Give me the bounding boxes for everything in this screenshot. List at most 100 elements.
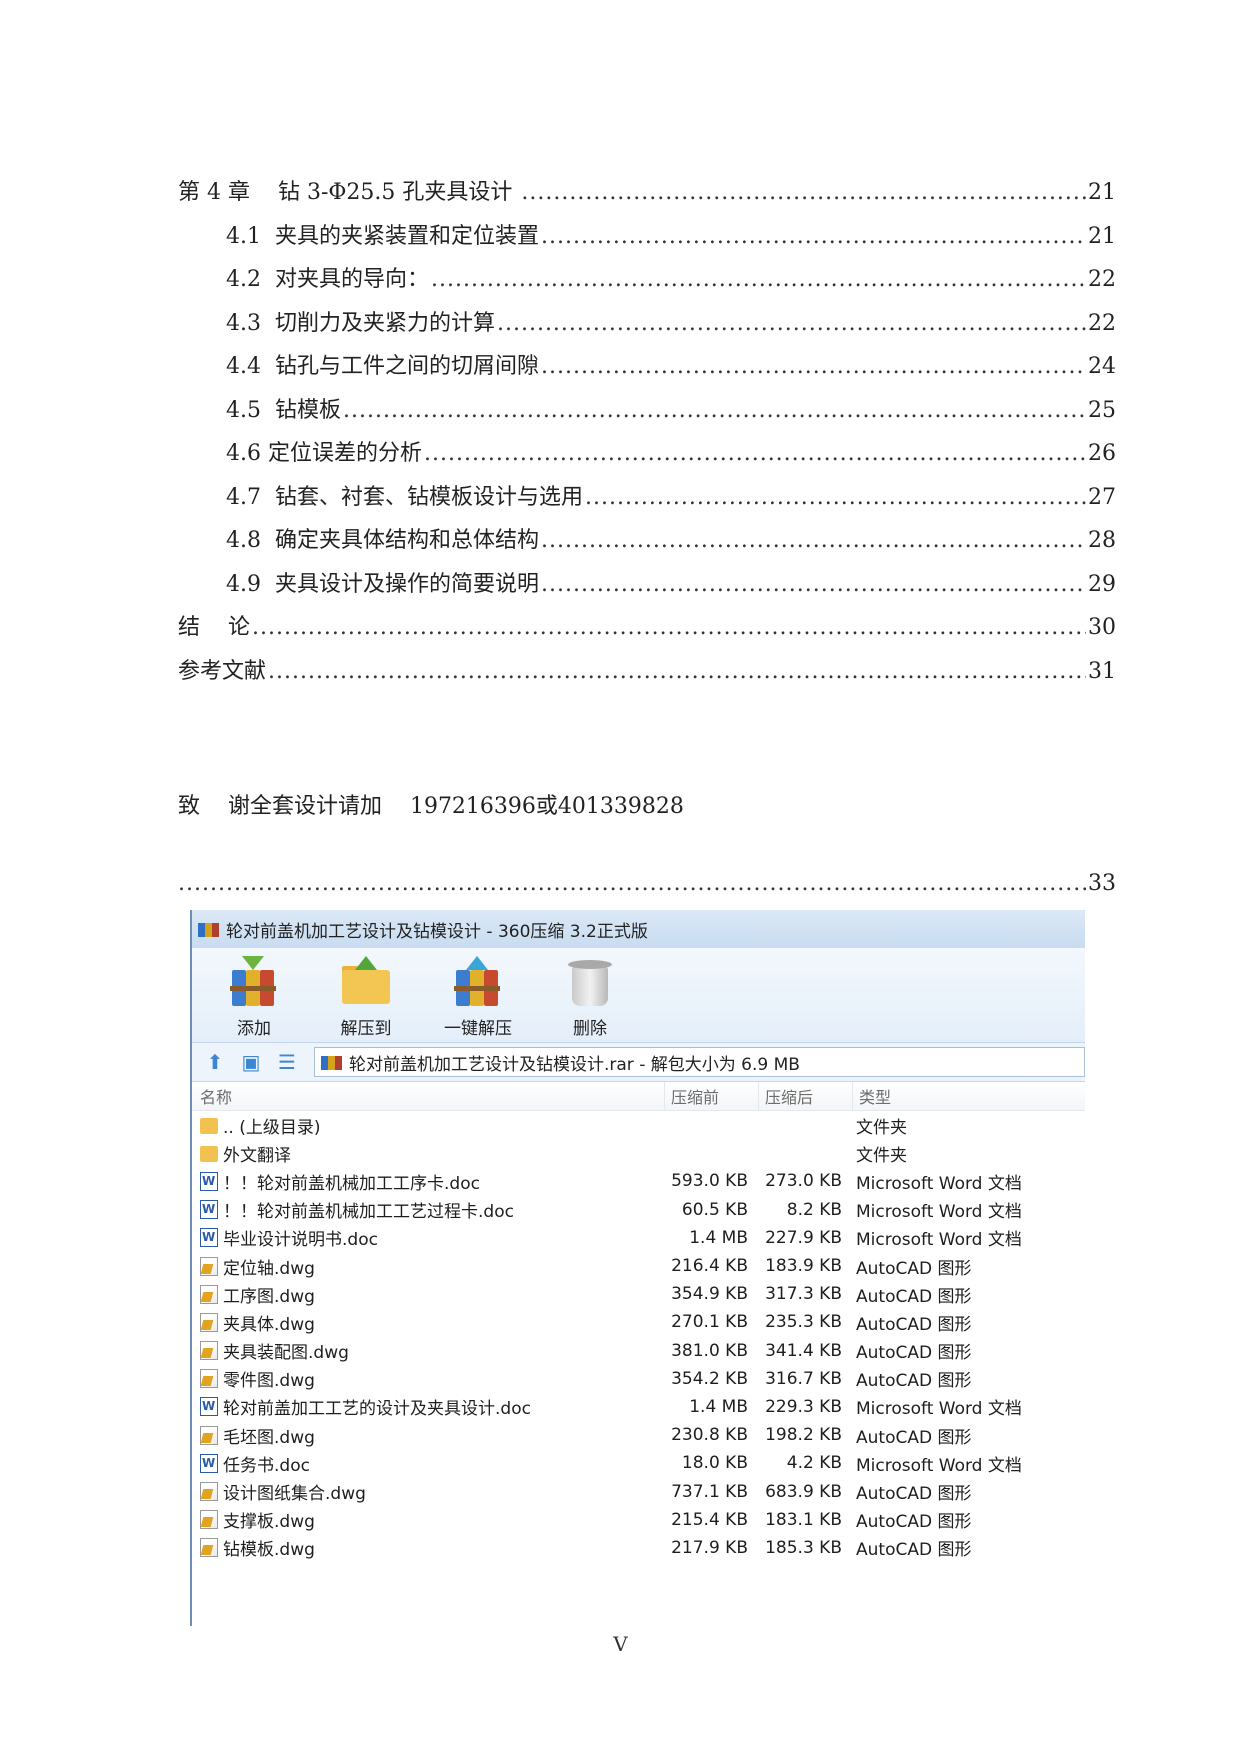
column-header-compressed-size[interactable]: 压缩后 [758,1082,852,1110]
word-document-icon [200,1453,218,1473]
file-compressed-size: 229.3 KB [765,1396,842,1417]
file-name-cell: ！！轮对前盖机械加工工序卡.doc [192,1169,664,1194]
file-name-cell: .. (上级目录) [192,1113,664,1138]
file-name: ！！轮对前盖机械加工工序卡.doc [223,1173,480,1194]
toc-leader-dots [268,657,1086,687]
thumbnail-view-icon[interactable]: ▣ [238,1049,264,1075]
file-row[interactable]: ！！轮对前盖机械加工工序卡.doc 593.0 KB 273.0 KB Microso… [192,1167,1085,1195]
file-list-header: 名称 压缩前 压缩后 类型 [192,1082,1085,1111]
file-original-size: 18.0 KB [681,1453,748,1474]
toc-page-number: 26 [1088,441,1116,466]
toc-leader-dots [178,871,1086,896]
file-row[interactable]: .. (上级目录) 文件夹 [192,1111,1085,1139]
toc-entry-title: 4.1 夹具的夹紧装置和定位装置 [226,223,539,249]
toc-leader-dots [431,265,1086,295]
column-header-type[interactable]: 类型 [852,1082,1085,1110]
file-name-cell: 定位轴.dwg [192,1254,664,1279]
file-type: AutoCAD 图形 [856,1540,972,1561]
file-name: 夹具装配图.dwg [223,1343,349,1364]
add-archive-icon [228,956,280,1008]
file-original-size: 737.1 KB [671,1481,748,1502]
address-bar: ⬆ ▣ ☰ 轮对前盖机加工艺设计及钻模设计.rar - 解包大小为 6.9 MB [192,1043,1085,1082]
toc-entry[interactable]: 4.8 确定夹具体结构和总体结构 28 [226,520,1116,556]
toc-entry[interactable]: 4.3 切削力及夹紧力的计算 22 [226,303,1116,339]
file-row[interactable]: 任务书.doc 18.0 KB 4.2 KB Microsoft Word 文档 [192,1449,1085,1477]
file-name-cell: 钻模板.dwg [192,1535,664,1560]
toc-entry-title: 4.4 钻孔与工件之间的切屑间隙 [226,354,539,379]
column-header-name[interactable]: 名称 [192,1084,664,1108]
file-original-size: 216.4 KB [671,1256,748,1277]
toc-entry[interactable]: 4.6 定位误差的分析 26 [226,433,1116,469]
toc-entry-title: 4.2 对夹具的导向： [226,267,429,292]
file-name-cell: 毛坯图.dwg [192,1423,664,1448]
delete-button-label: 删除 [573,1019,607,1039]
file-row[interactable]: 毕业设计说明书.doc 1.4 MB 227.9 KB Microsoft Word … [192,1224,1085,1252]
delete-button[interactable]: 删除 [554,948,626,1042]
extract-to-button[interactable]: 解压到 [330,948,402,1042]
file-original-size: 1.4 MB [689,1227,748,1248]
up-arrow-icon[interactable]: ⬆ [202,1049,228,1075]
toc-entry[interactable]: 4.9 夹具设计及操作的简要说明 29 [226,564,1116,600]
file-compressed-size: 341.4 KB [765,1340,842,1361]
file-original-size: 354.2 KB [671,1368,748,1389]
file-row[interactable]: 定位轴.dwg 216.4 KB 183.9 KB AutoCAD 图形 [192,1252,1085,1280]
toc-page-number: 33 [1088,871,1116,896]
file-name-cell: 夹具装配图.dwg [192,1338,664,1363]
file-row[interactable]: 轮对前盖加工工艺的设计及夹具设计.doc 1.4 MB 229.3 KB Micros… [192,1393,1085,1421]
file-row[interactable]: 钻模板.dwg 217.9 KB 185.3 KB AutoCAD 图形 [192,1534,1085,1562]
file-name: 外文翻译 [223,1145,291,1166]
file-name-cell: 工序图.dwg [192,1282,664,1307]
file-original-size: 215.4 KB [671,1509,748,1530]
file-type: Microsoft Word 文档 [856,1173,1022,1194]
toc-entry[interactable]: 结 论 30 [178,607,1116,643]
file-type: Microsoft Word 文档 [856,1455,1022,1476]
toc-entry-title: 4.9 夹具设计及操作的简要说明 [226,571,539,597]
toc-page-number: 22 [1088,310,1116,336]
one-click-extract-button[interactable]: 一键解压 [442,948,514,1042]
file-row[interactable]: 外文翻译 文件夹 [192,1139,1085,1167]
file-name: 支撑板.dwg [223,1512,315,1533]
file-compressed-size: 683.9 KB [765,1481,842,1502]
toc-entry[interactable]: 4.2 对夹具的导向： 22 [226,259,1116,295]
toc-entry[interactable]: 4.7 钻套、衬套、钻模板设计与选用 27 [226,477,1116,513]
file-row[interactable]: 零件图.dwg 354.2 KB 316.7 KB AutoCAD 图形 [192,1365,1085,1393]
list-view-icon[interactable]: ☰ [274,1049,300,1075]
file-type: Microsoft Word 文档 [856,1230,1022,1251]
file-name-cell: 轮对前盖加工工艺的设计及夹具设计.doc [192,1394,664,1419]
toc-entry-title: 4.5 钻模板 [226,397,341,423]
toc-page-number: 24 [1088,354,1116,379]
file-row[interactable]: 支撑板.dwg 215.4 KB 183.1 KB AutoCAD 图形 [192,1506,1085,1534]
file-row[interactable]: ！！轮对前盖机械加工工艺过程卡.doc 60.5 KB 8.2 KB Microsof… [192,1196,1085,1224]
toc-entry-title: 结 论 [178,615,250,640]
file-row[interactable]: 夹具装配图.dwg 381.0 KB 341.4 KB AutoCAD 图形 [192,1337,1085,1365]
toc-entry[interactable]: 4.5 钻模板 25 [226,390,1116,426]
toc-entry[interactable]: 参考文献 31 [178,651,1116,687]
autocad-drawing-icon [200,1510,218,1530]
word-document-icon [200,1171,218,1191]
window-title: 轮对前盖机加工艺设计及钻模设计 - 360压缩 3.2正式版 [226,921,648,942]
toc-entry-title: 4.6 定位误差的分析 [226,441,422,466]
file-rows: .. (上级目录)文件夹外文翻译文件夹！！轮对前盖机械加工工序卡.doc593.… [192,1111,1085,1562]
file-name-cell: ！！轮对前盖机械加工工艺过程卡.doc [192,1197,664,1222]
file-list: 名称 压缩前 压缩后 类型 .. (上级目录)文件夹外文翻译文件夹！！轮对前盖机… [192,1082,1085,1562]
toc-entry[interactable]: 4.4 钻孔与工件之间的切屑间隙 24 [226,346,1116,382]
file-type: AutoCAD 图形 [856,1343,972,1364]
file-compressed-size: 183.9 KB [765,1256,842,1277]
toc-leader-dots [585,483,1086,513]
toc-page-number: 21 [1088,223,1116,249]
toc-page-number: 25 [1088,397,1116,423]
file-row[interactable]: 夹具体.dwg 270.1 KB 235.3 KB AutoCAD 图形 [192,1308,1085,1336]
toc-entry[interactable]: 第 4 章 钻 3-Φ25.5 孔夹具设计 21 [178,172,1116,208]
file-row[interactable]: 毛坯图.dwg 230.8 KB 198.2 KB AutoCAD 图形 [192,1421,1085,1449]
file-name: .. (上级目录) [223,1117,321,1138]
toc-entry[interactable]: 4.1 夹具的夹紧装置和定位装置 21 [226,216,1116,252]
file-row[interactable]: 设计图纸集合.dwg 737.1 KB 683.9 KB AutoCAD 图形 [192,1477,1085,1505]
file-name: ！！轮对前盖机械加工工艺过程卡.doc [223,1202,514,1223]
file-row[interactable]: 工序图.dwg 354.9 KB 317.3 KB AutoCAD 图形 [192,1280,1085,1308]
file-name-cell: 外文翻译 [192,1141,664,1166]
file-type: AutoCAD 图形 [856,1286,972,1307]
autocad-drawing-icon [200,1538,218,1558]
column-header-original-size[interactable]: 压缩前 [664,1082,758,1110]
add-button[interactable]: 添加 [218,948,290,1042]
archive-path-field[interactable]: 轮对前盖机加工艺设计及钻模设计.rar - 解包大小为 6.9 MB [314,1047,1085,1077]
